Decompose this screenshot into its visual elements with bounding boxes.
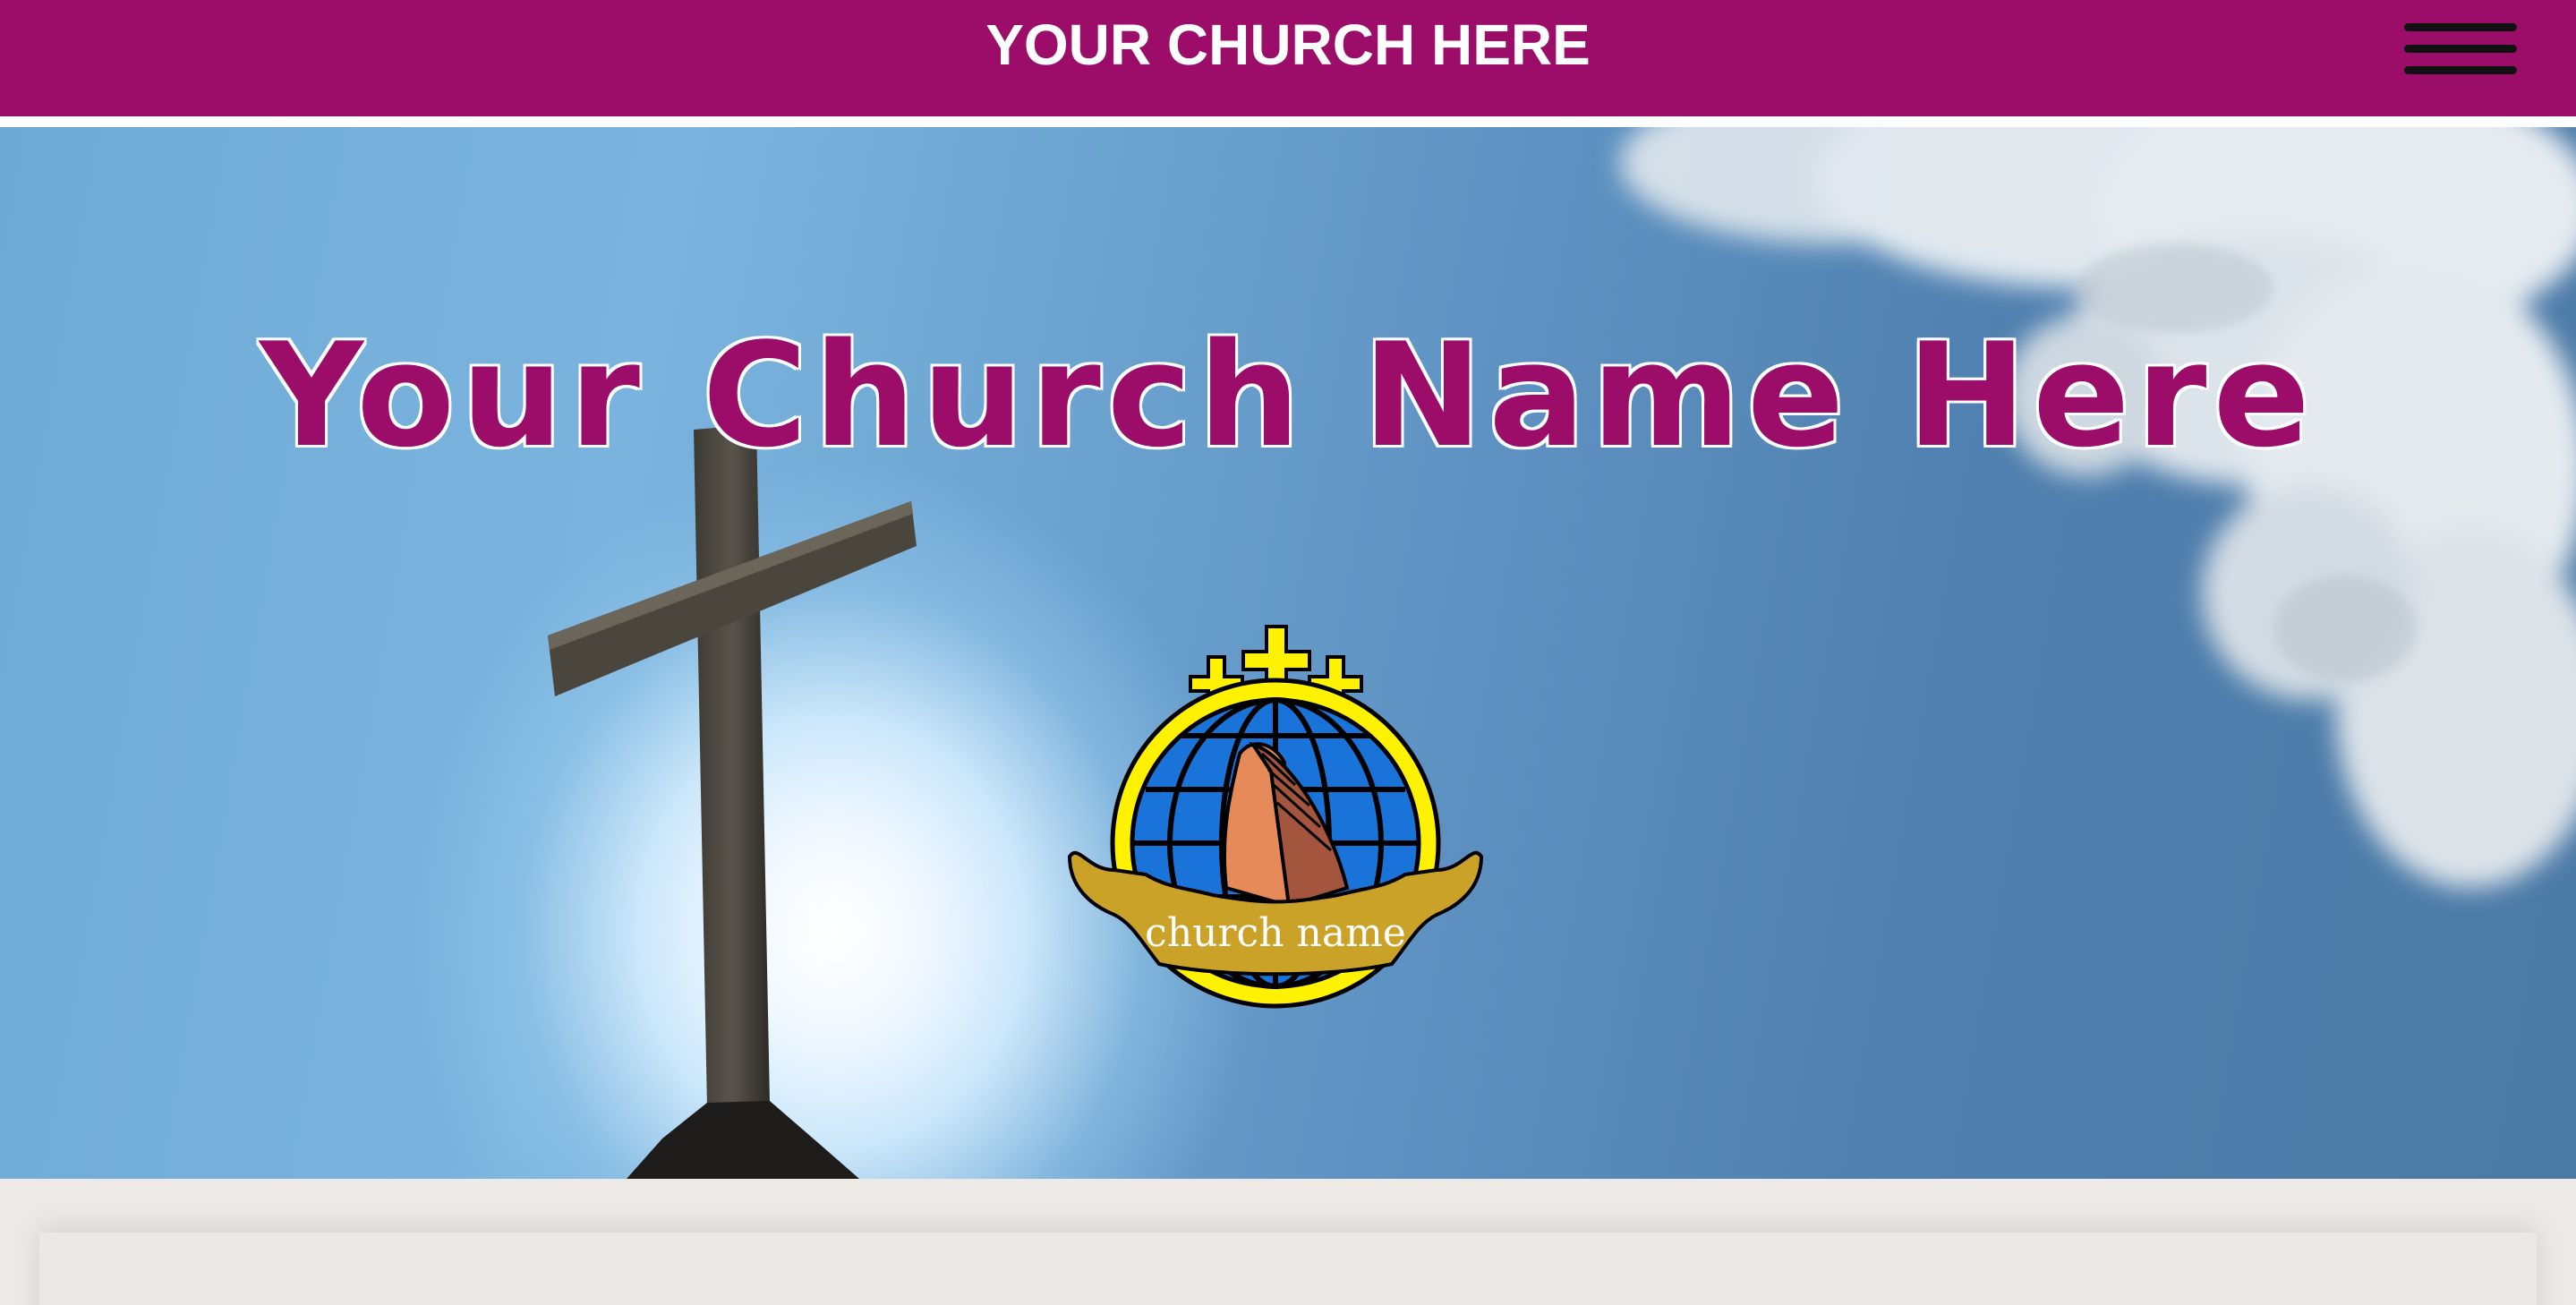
church-logo: church name bbox=[1067, 625, 1484, 1009]
hero-banner: Your Church Name Here church name bbox=[0, 127, 2576, 1179]
content-section bbox=[0, 1179, 2576, 1305]
hamburger-menu-icon[interactable] bbox=[2404, 20, 2521, 77]
hero-heading: Your Church Name Here bbox=[260, 311, 2316, 479]
cross-silhouette bbox=[548, 424, 917, 1179]
menu-bar-line bbox=[2404, 45, 2517, 53]
page: YOUR CHURCH HERE Your Church Name Here c… bbox=[0, 0, 2576, 1305]
site-title[interactable]: YOUR CHURCH HERE bbox=[0, 9, 2576, 81]
cloud-shape bbox=[1620, 127, 2576, 888]
header-divider bbox=[0, 116, 2576, 127]
menu-bar-line bbox=[2404, 23, 2517, 31]
menu-bar-line bbox=[2404, 66, 2517, 74]
logo-caption: church name bbox=[1145, 910, 1406, 956]
content-card bbox=[39, 1232, 2537, 1305]
top-navigation-bar: YOUR CHURCH HERE bbox=[0, 0, 2576, 116]
